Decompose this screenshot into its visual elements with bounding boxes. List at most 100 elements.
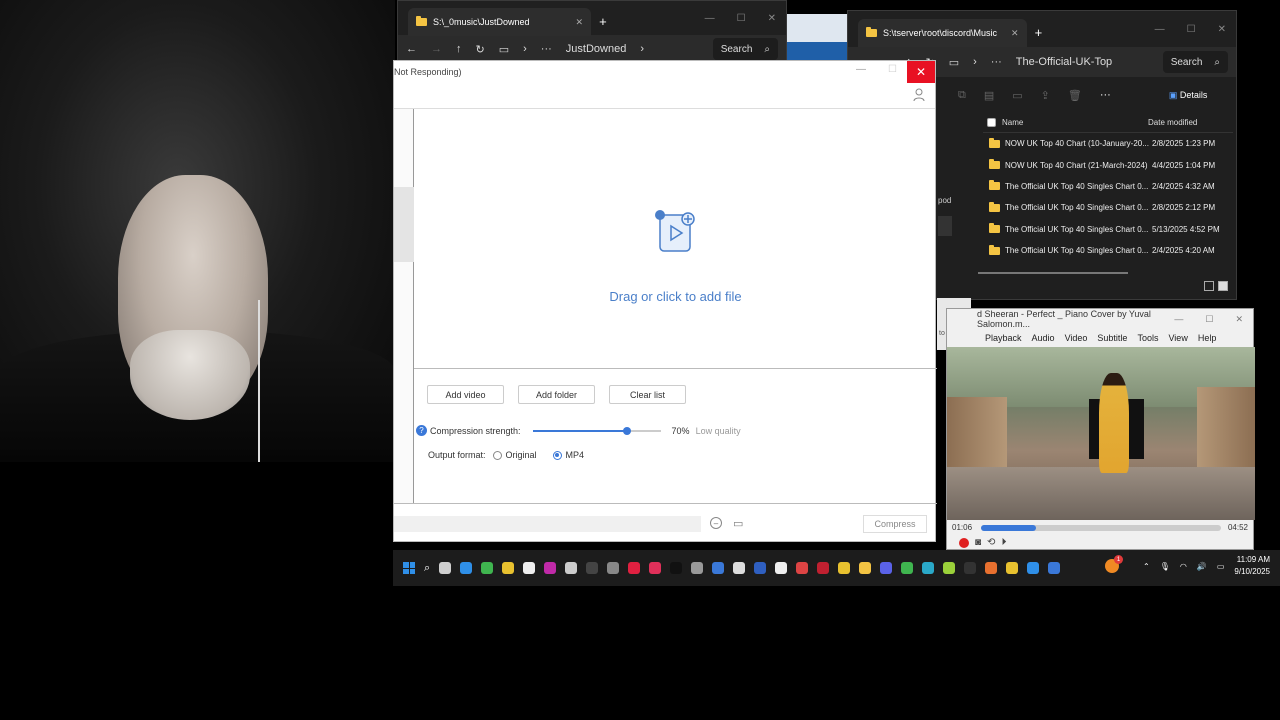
taskbar-app-icon[interactable] bbox=[964, 562, 977, 574]
up-icon[interactable]: ↑ bbox=[456, 43, 462, 55]
taskbar-app-icon[interactable] bbox=[922, 562, 935, 574]
file-row[interactable]: NOW UK Top 40 Chart (21-March-2024) 4/4/2… bbox=[983, 154, 1233, 175]
taskbar-app-icon[interactable] bbox=[481, 562, 494, 574]
minimize-icon[interactable]: — bbox=[1174, 314, 1183, 325]
file-row[interactable]: The Official UK Top 40 Singles Chart 0..… bbox=[983, 219, 1233, 240]
settings-icon[interactable]: – bbox=[710, 517, 722, 529]
player-menu-video[interactable]: Video bbox=[1065, 333, 1088, 343]
explorer-2-breadcrumb[interactable]: The-Official-UK-Top bbox=[1016, 56, 1112, 68]
taskbar-app-icon[interactable] bbox=[544, 562, 557, 574]
close-icon[interactable]: ✕ bbox=[1218, 24, 1226, 35]
taskbar-app-icon[interactable] bbox=[796, 562, 809, 574]
frame-step-icon[interactable]: ⏵ bbox=[1001, 537, 1006, 548]
volume-icon[interactable]: 🔊 bbox=[1197, 562, 1207, 571]
explorer-1-search-input[interactable]: Search ⌕ bbox=[712, 38, 778, 60]
taskbar-app-icon[interactable] bbox=[439, 562, 452, 574]
taskbar-app-icon[interactable] bbox=[943, 562, 956, 574]
explorer-2-search-input[interactable]: Search ⌕ bbox=[1162, 51, 1228, 73]
minimize-icon[interactable]: — bbox=[856, 64, 866, 75]
taskbar-app-icon[interactable] bbox=[901, 562, 914, 574]
taskbar-app-icon[interactable] bbox=[1048, 562, 1061, 574]
details-button[interactable]: ▣ Details bbox=[1169, 90, 1208, 101]
seek-bar[interactable] bbox=[981, 525, 1221, 531]
taskbar-app-icon[interactable] bbox=[670, 562, 683, 574]
maximize-icon[interactable]: ☐ bbox=[737, 13, 746, 24]
notification-app-icon[interactable]: 1 bbox=[1105, 555, 1124, 573]
close-icon[interactable]: ✕ bbox=[1235, 314, 1243, 325]
details-view-icon[interactable] bbox=[1204, 281, 1214, 291]
add-video-button[interactable]: Add video bbox=[427, 385, 504, 404]
taskbar-app-icon[interactable] bbox=[523, 562, 536, 574]
new-tab-icon[interactable]: + bbox=[1035, 25, 1043, 40]
paste-icon[interactable]: ▤ bbox=[984, 89, 994, 102]
media-player-window[interactable]: d Sheeran - Perfect _ Piano Cover by Yuv… bbox=[946, 308, 1255, 550]
horizontal-scrollbar[interactable] bbox=[978, 272, 1128, 274]
taskbar-app-icon[interactable] bbox=[565, 562, 578, 574]
player-menu-tools[interactable]: Tools bbox=[1137, 333, 1158, 343]
new-tab-icon[interactable]: + bbox=[599, 14, 607, 29]
taskbar-app-icon[interactable] bbox=[859, 562, 872, 574]
taskbar-app-icon[interactable] bbox=[817, 562, 830, 574]
user-icon[interactable] bbox=[913, 88, 925, 102]
taskbar-app-icon[interactable] bbox=[628, 562, 641, 574]
file-drop-zone[interactable]: Drag or click to add file bbox=[414, 109, 937, 369]
column-header-date-modified[interactable]: Date modified bbox=[1148, 118, 1197, 127]
taskbar-app-icon[interactable] bbox=[1006, 562, 1019, 574]
clear-list-button[interactable]: Clear list bbox=[609, 385, 686, 404]
help-icon[interactable]: ? bbox=[416, 425, 427, 436]
delete-icon[interactable]: 🗑 bbox=[1068, 89, 1082, 102]
battery-icon[interactable]: ▭ bbox=[1217, 562, 1225, 571]
explorer-window-1[interactable]: S:\_0music\JustDowned ✕ + — ☐ ✕ ← → ↑ ↻ … bbox=[397, 0, 787, 63]
file-row[interactable]: The Official UK Top 40 Singles Chart 0..… bbox=[983, 176, 1233, 197]
file-row[interactable]: NOW UK Top 40 Chart (10-January-20... 2/8… bbox=[983, 133, 1233, 154]
taskbar-app-icon[interactable] bbox=[838, 562, 851, 574]
sidebar-selected-item[interactable] bbox=[394, 187, 414, 262]
taskbar-app-icon[interactable] bbox=[586, 562, 599, 574]
explorer-2-tab[interactable]: S:\tserver\root\discord\Music ✕ bbox=[858, 19, 1027, 47]
player-menu-help[interactable]: Help bbox=[1198, 333, 1217, 343]
format-mp4-label[interactable]: MP4 bbox=[566, 450, 585, 460]
search-icon[interactable]: ⌕ bbox=[424, 562, 430, 575]
player-menu-view[interactable]: View bbox=[1168, 333, 1187, 343]
snapshot-icon[interactable]: ◙ bbox=[975, 537, 981, 548]
taskbar-app-icon[interactable] bbox=[880, 562, 893, 574]
compression-slider-thumb[interactable] bbox=[623, 426, 632, 435]
tiles-view-icon[interactable] bbox=[1218, 281, 1228, 291]
close-tab-icon[interactable]: ✕ bbox=[1011, 28, 1019, 39]
player-menu-audio[interactable]: Audio bbox=[1032, 333, 1055, 343]
format-original-label[interactable]: Original bbox=[506, 450, 537, 460]
format-original-radio[interactable] bbox=[492, 450, 502, 460]
wifi-icon[interactable]: ◠ bbox=[1180, 562, 1187, 571]
close-button[interactable]: ✕ bbox=[907, 61, 935, 83]
chevron-up-icon[interactable]: ⌃ bbox=[1143, 562, 1150, 571]
output-path-field[interactable] bbox=[394, 516, 701, 532]
taskbar-app-icon[interactable] bbox=[1027, 562, 1040, 574]
microphone-icon[interactable]: 🎙 bbox=[1160, 562, 1170, 571]
computer-icon[interactable]: ▭ bbox=[499, 43, 509, 56]
taskbar-app-icon[interactable] bbox=[733, 562, 746, 574]
player-menu-playback[interactable]: Playback bbox=[985, 333, 1022, 343]
compress-button[interactable]: Compress bbox=[863, 515, 927, 533]
taskbar-app-icon[interactable] bbox=[649, 562, 662, 574]
format-mp4-radio[interactable] bbox=[552, 450, 562, 460]
video-compressor-window[interactable]: Not Responding) — ☐ ✕ Drag or click to a… bbox=[393, 60, 937, 542]
loop-icon[interactable]: ⟲ bbox=[987, 537, 995, 548]
close-tab-icon[interactable]: ✕ bbox=[576, 17, 584, 28]
rename-icon[interactable]: ▭ bbox=[1012, 89, 1022, 102]
taskbar-app-icon[interactable] bbox=[691, 562, 704, 574]
minimize-icon[interactable]: — bbox=[705, 13, 715, 24]
minimize-icon[interactable]: — bbox=[1155, 24, 1165, 35]
player-menu-subtitle[interactable]: Subtitle bbox=[1097, 333, 1127, 343]
file-row[interactable]: The Official UK Top 40 Singles Chart 0..… bbox=[983, 240, 1233, 261]
share-icon[interactable]: ⇪ bbox=[1041, 89, 1050, 102]
open-folder-icon[interactable]: ▭ bbox=[733, 517, 743, 530]
taskbar-app-icon[interactable] bbox=[712, 562, 725, 574]
drop-zone-text[interactable]: Drag or click to add file bbox=[414, 289, 937, 304]
forward-icon[interactable]: → bbox=[431, 43, 442, 55]
explorer-1-breadcrumb[interactable]: JustDowned bbox=[566, 43, 627, 55]
close-icon[interactable]: ✕ bbox=[768, 13, 776, 24]
record-icon[interactable] bbox=[959, 537, 969, 548]
maximize-icon[interactable]: ☐ bbox=[888, 64, 897, 75]
clock[interactable]: 11:09 AM 9/10/2025 bbox=[1234, 554, 1270, 578]
more-icon[interactable]: ··· bbox=[991, 56, 1002, 68]
